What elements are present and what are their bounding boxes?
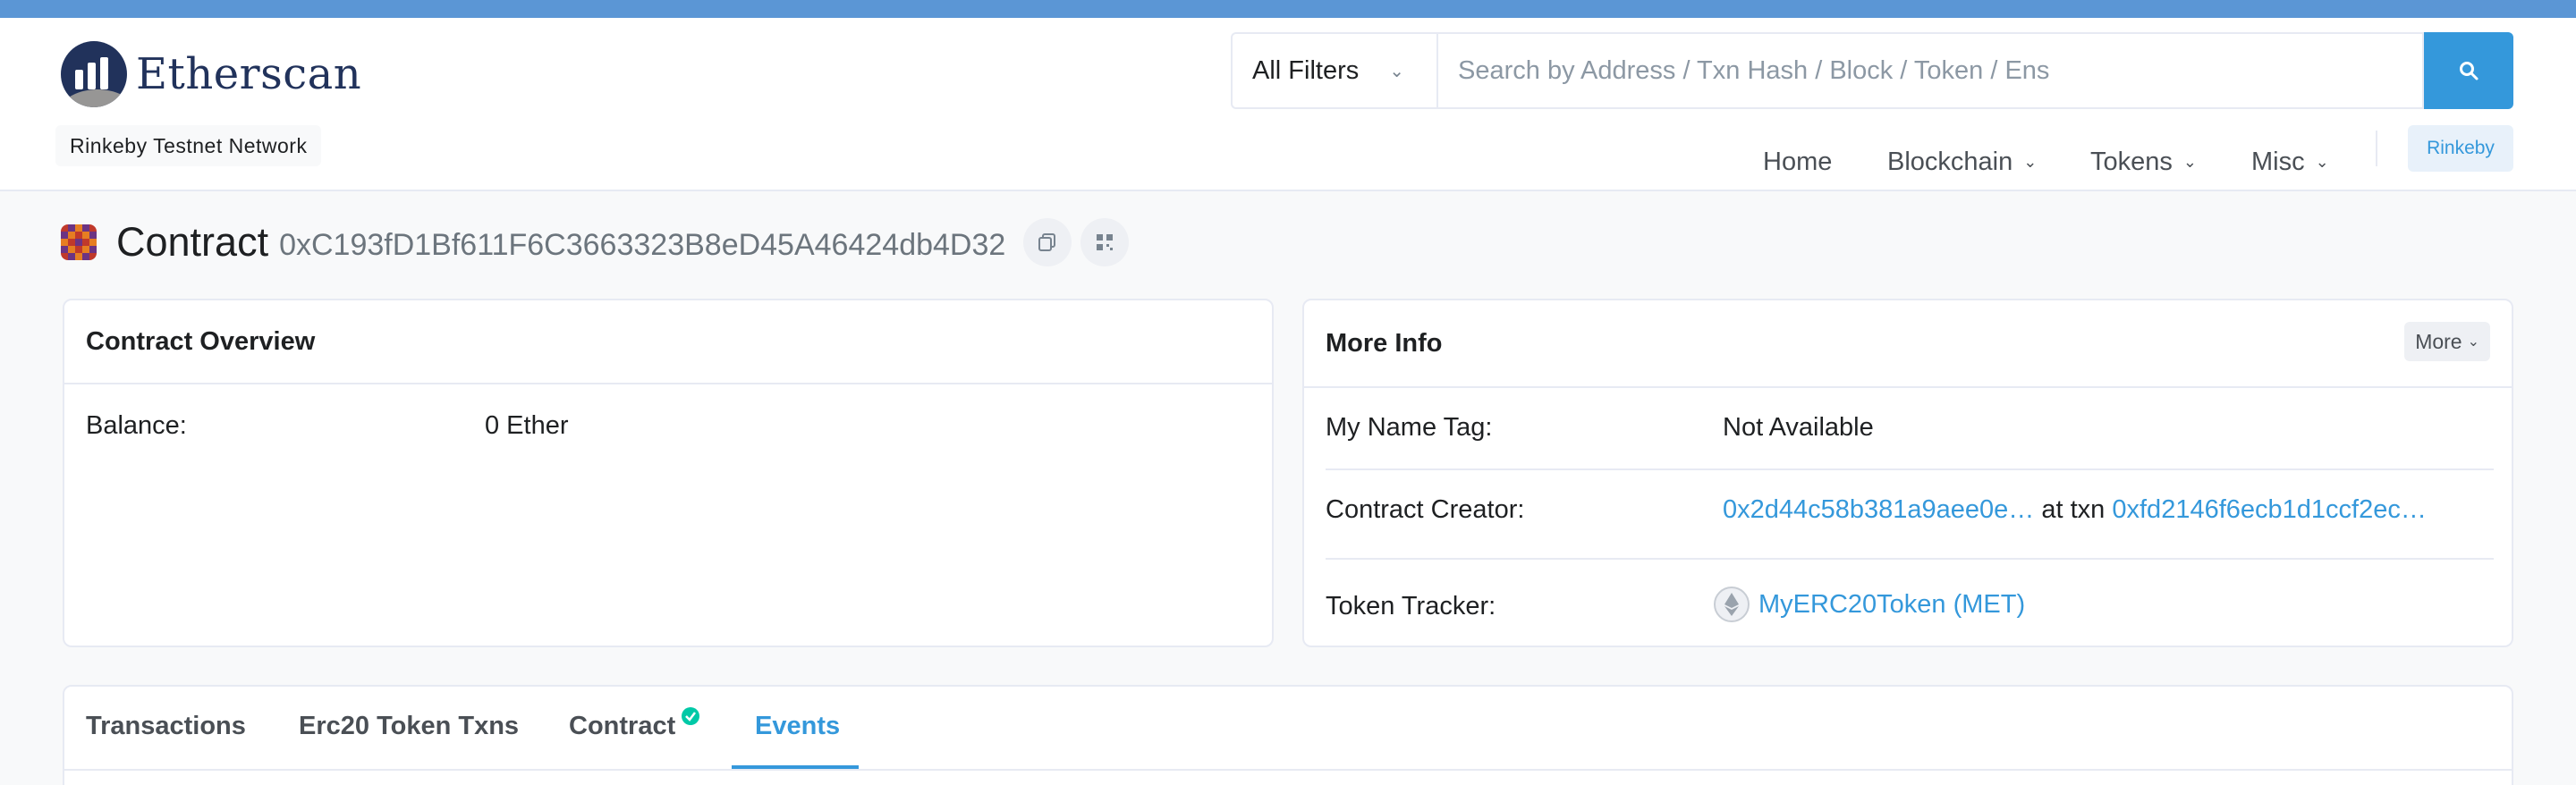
token-tracker-value: MyERC20Token (MET) [1714, 587, 2025, 622]
creator-txn-link[interactable]: 0xfd2146f6ecb1d1ccf2ec… [2112, 495, 2426, 524]
copy-icon [1038, 233, 1056, 251]
nav-tokens[interactable]: Tokens ⌄ [2090, 148, 2197, 177]
tabs-divider [64, 769, 2512, 771]
etherscan-logo[interactable]: Etherscan [61, 41, 361, 107]
nav-divider [2376, 131, 2377, 166]
contract-avatar-icon [61, 224, 97, 260]
nav-blockchain-label: Blockchain [1887, 148, 2013, 176]
at-txn-label: at txn [2041, 495, 2106, 524]
nav-tokens-label: Tokens [2090, 148, 2173, 176]
top-accent-bar [0, 0, 2576, 18]
filter-select[interactable]: All Filters ⌄ [1231, 32, 1436, 109]
search-bar: All Filters ⌄ [1231, 32, 2513, 109]
name-tag-value: Not Available [1723, 413, 1874, 442]
creator-address-link[interactable]: 0x2d44c58b381a9aee0e… [1723, 495, 2034, 524]
chevron-down-icon: ⌄ [2467, 334, 2479, 350]
page-title: Contract 0xC193fD1Bf611F6C3663323B8eD45A… [61, 218, 1130, 266]
copy-address-button[interactable] [1023, 218, 1072, 266]
tab-events[interactable]: Events [755, 712, 840, 741]
nav-home[interactable]: Home [1763, 148, 1832, 177]
chevron-down-icon: ⌄ [2023, 153, 2038, 171]
contract-overview-card: Contract Overview Balance: 0 Ether [63, 299, 1274, 647]
etherscan-logo-icon [61, 41, 127, 107]
logo-text: Etherscan [136, 49, 362, 99]
tab-erc20-token-txns[interactable]: Erc20 Token Txns [299, 712, 519, 741]
qr-code-icon [1097, 234, 1114, 250]
search-button[interactable] [2424, 32, 2513, 109]
verified-check-icon [682, 707, 700, 725]
ethereum-token-icon [1714, 587, 1750, 622]
tab-bar: Transactions Erc20 Token Txns Contract E… [63, 685, 2513, 785]
row-divider [1326, 468, 2494, 470]
more-info-card: More Info More ⌄ My Name Tag: Not Availa… [1302, 299, 2513, 647]
token-tracker-label: Token Tracker: [1326, 592, 1496, 620]
more-label: More [2415, 329, 2462, 353]
chevron-down-icon: ⌄ [2315, 153, 2329, 171]
qr-code-button[interactable] [1080, 218, 1130, 266]
row-divider [1326, 558, 2494, 560]
tab-transactions[interactable]: Transactions [86, 712, 246, 741]
contract-address: 0xC193fD1Bf611F6C3663323B8eD45A46424db4D… [279, 227, 1006, 262]
balance-value: 0 Ether [485, 411, 569, 440]
token-tracker-link[interactable]: MyERC20Token (MET) [1758, 590, 2025, 620]
header: Etherscan Rinkeby Testnet Network All Fi… [0, 18, 2576, 191]
more-info-title-label: More Info [1326, 328, 1443, 358]
tab-contract-label: Contract [569, 712, 676, 740]
page-title-label: Contract [116, 219, 269, 265]
network-badge: Rinkeby Testnet Network [55, 125, 322, 166]
search-icon [2460, 62, 2479, 80]
name-tag-label: My Name Tag: [1326, 413, 1493, 442]
contract-creator-label: Contract Creator: [1326, 495, 1525, 524]
network-switch-button[interactable]: Rinkeby [2408, 125, 2513, 172]
nav-home-label: Home [1763, 148, 1833, 176]
tab-contract[interactable]: Contract [569, 707, 700, 741]
search-input[interactable] [1436, 32, 2424, 109]
chevron-down-icon: ⌄ [1389, 61, 1404, 81]
overview-title: Contract Overview [64, 300, 1272, 384]
balance-label: Balance: [86, 411, 187, 440]
nav-blockchain[interactable]: Blockchain ⌄ [1887, 148, 2037, 177]
chevron-down-icon: ⌄ [2182, 153, 2197, 171]
contract-creator-value: 0x2d44c58b381a9aee0e… at txn 0xfd2146f6e… [1723, 495, 2427, 525]
filter-label: All Filters [1252, 55, 1360, 85]
nav-misc[interactable]: Misc ⌄ [2251, 148, 2329, 177]
more-info-title: More Info [1304, 300, 2512, 388]
nav-misc-label: Misc [2251, 148, 2305, 176]
more-dropdown-button[interactable]: More ⌄ [2404, 322, 2490, 361]
